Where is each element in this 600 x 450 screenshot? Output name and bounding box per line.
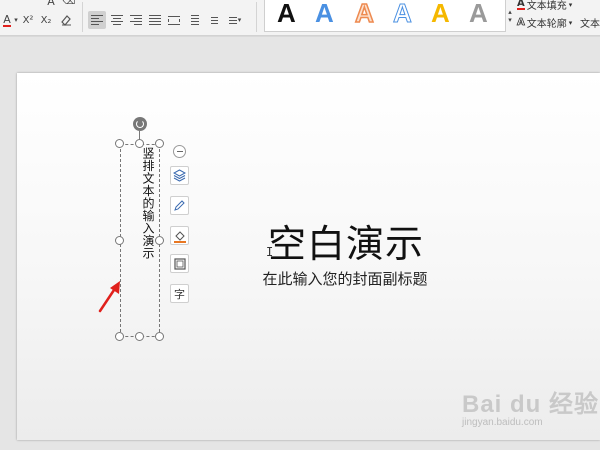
text-fill-label: 文本填充 bbox=[526, 1, 567, 12]
chevron-down-icon[interactable]: ▾ bbox=[13, 13, 19, 27]
text-fill-icon: A bbox=[517, 0, 525, 10]
resize-handle-middle-right[interactable] bbox=[155, 236, 164, 245]
collapse-toolbar-icon[interactable] bbox=[173, 145, 186, 158]
superscript-button[interactable]: X² bbox=[20, 13, 36, 27]
align-left-icon bbox=[91, 15, 103, 25]
text-outline-button[interactable]: A 文本轮廓 ▾ bbox=[517, 15, 573, 30]
paint-bucket-icon bbox=[173, 230, 186, 243]
fill-button[interactable] bbox=[170, 226, 189, 245]
ribbon-separator bbox=[82, 2, 83, 32]
bullet-list-button[interactable]: ▾ bbox=[222, 11, 244, 29]
shape-style-button[interactable] bbox=[170, 254, 189, 273]
line-spacing-icon bbox=[187, 15, 199, 25]
resize-handle-top-middle[interactable] bbox=[135, 139, 144, 148]
resize-handle-top-left[interactable] bbox=[115, 139, 124, 148]
text-outline-icon: A bbox=[517, 17, 526, 29]
wordart-style-6[interactable]: A bbox=[469, 0, 488, 29]
red-arrow-annotation bbox=[98, 281, 120, 313]
layer-button[interactable] bbox=[170, 166, 189, 185]
wordart-gallery: A A A A A A bbox=[264, 0, 506, 32]
justify-icon bbox=[149, 15, 161, 25]
line-spacing-button[interactable] bbox=[184, 11, 202, 29]
outline-style-button[interactable] bbox=[170, 196, 189, 215]
wordart-style-5[interactable]: A bbox=[431, 0, 450, 29]
align-center-button[interactable] bbox=[108, 11, 126, 29]
align-left-button[interactable] bbox=[88, 11, 106, 29]
ribbon-toolbar: A ⌫ A ▾ X² X₂ ▾ A A A A A A ▴ ▾ A 文本填充 ▾… bbox=[0, 0, 600, 36]
text-outline-label: 文本轮廓 bbox=[526, 19, 567, 30]
rotate-handle-icon[interactable] bbox=[133, 117, 147, 131]
align-center-icon bbox=[111, 15, 123, 25]
resize-handle-bottom-right[interactable] bbox=[155, 332, 164, 341]
font-color-glyph: A bbox=[3, 12, 11, 27]
wordart-style-2[interactable]: A bbox=[315, 0, 334, 29]
wordart-style-4[interactable]: A bbox=[393, 0, 413, 29]
clear-format-icon[interactable]: ⌫ bbox=[62, 0, 76, 7]
text-direction-glyph: 字 bbox=[174, 287, 185, 301]
slide-title[interactable]: 空白演示 bbox=[244, 213, 448, 268]
paragraph-spacing-icon bbox=[206, 16, 218, 24]
chevron-down-icon: ▾ bbox=[568, 18, 573, 27]
distribute-icon bbox=[168, 15, 180, 25]
layers-icon bbox=[173, 169, 186, 182]
text-direction-button[interactable]: 字 bbox=[170, 284, 189, 303]
font-color-button[interactable]: A bbox=[0, 12, 14, 28]
slide-subtitle[interactable]: 在此输入您的封面副标题 bbox=[238, 268, 452, 289]
vertical-text-content[interactable]: 竖排文本的输入演示 bbox=[138, 147, 155, 260]
justify-button[interactable] bbox=[146, 11, 164, 29]
wordart-style-3[interactable]: A bbox=[354, 0, 374, 29]
font-size-decrease-button[interactable]: A bbox=[44, 0, 58, 8]
ribbon-separator bbox=[256, 2, 257, 32]
bullet-list-icon bbox=[225, 16, 237, 24]
wordart-style-1[interactable]: A bbox=[277, 0, 296, 29]
resize-handle-middle-left[interactable] bbox=[115, 236, 124, 245]
resize-handle-bottom-left[interactable] bbox=[115, 332, 124, 341]
resize-handle-top-right[interactable] bbox=[155, 139, 164, 148]
align-right-icon bbox=[130, 15, 142, 25]
text-cursor-icon: I bbox=[266, 245, 274, 259]
text-fill-button[interactable]: A 文本填充 ▾ bbox=[517, 0, 572, 12]
align-right-button[interactable] bbox=[127, 11, 145, 29]
chevron-down-icon: ▾ bbox=[237, 16, 242, 24]
frame-icon bbox=[173, 257, 186, 270]
distribute-button[interactable] bbox=[165, 11, 183, 29]
resize-handle-bottom-middle[interactable] bbox=[135, 332, 144, 341]
paragraph-spacing-button[interactable] bbox=[203, 11, 221, 29]
gallery-scroll-down-icon[interactable]: ▴ ▾ bbox=[506, 2, 514, 30]
text-effect-button[interactable]: 文本 bbox=[580, 15, 600, 30]
watermark-brand: Bai du 经验 bbox=[462, 391, 600, 418]
baidu-watermark: Bai du 经验 jingyan.baidu.com bbox=[462, 384, 599, 428]
canvas-top-border bbox=[0, 36, 600, 37]
pen-icon bbox=[174, 200, 185, 211]
chevron-down-icon: ▾ bbox=[568, 0, 573, 9]
text-effect-label: 文本 bbox=[580, 19, 600, 30]
subscript-button[interactable]: X₂ bbox=[38, 13, 54, 27]
eraser-icon[interactable] bbox=[58, 12, 74, 28]
